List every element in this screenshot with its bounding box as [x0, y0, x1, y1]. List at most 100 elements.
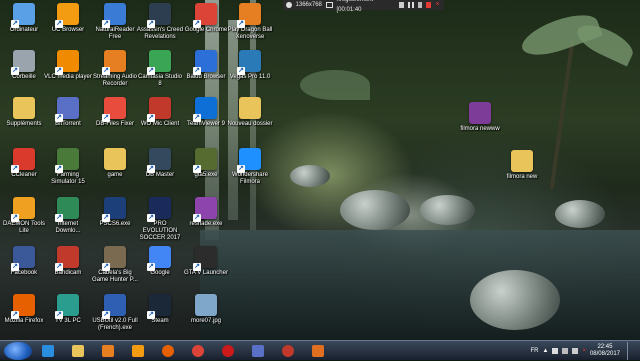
- desktop-icon[interactable]: Steam: [136, 294, 184, 325]
- desktop-icon[interactable]: NaturalReader Free: [91, 3, 139, 41]
- desktop-icon-label: BitTorrent: [44, 121, 92, 128]
- desktop-icon[interactable]: Nouveau dossier: [226, 97, 274, 128]
- chrome-icon: [195, 3, 217, 25]
- desktop-icon-label: Corbeille: [0, 74, 48, 81]
- taskbar: FR ▲ × 22:45 08/08/2017: [0, 340, 640, 360]
- desktop-icon[interactable]: Google Chrome: [182, 3, 230, 34]
- media-player-icon: [102, 345, 114, 357]
- close-tray-icon[interactable]: ×: [582, 348, 586, 354]
- desktop-icon[interactable]: Baidu Browser: [182, 50, 230, 81]
- taskbar-button[interactable]: [186, 343, 210, 358]
- desktop-icon[interactable]: Assassin's Creed Revelations: [136, 3, 184, 41]
- desktop-icon[interactable]: Internet Downlo...: [44, 197, 92, 235]
- desktop-icon-label: VLC media player: [44, 74, 92, 81]
- desktop-icon[interactable]: CCleaner: [0, 148, 48, 179]
- desktop-icon[interactable]: WO Mic Client: [136, 97, 184, 128]
- taskbar-button[interactable]: [126, 343, 150, 358]
- desktop-icon[interactable]: Camtasia Studio 8: [136, 50, 184, 88]
- baidu-icon: [195, 50, 217, 72]
- desktop-icon[interactable]: TeamViewer 9: [182, 97, 230, 128]
- bittorrent-icon: [57, 97, 79, 119]
- desktop-icon[interactable]: DAEMON Tools Lite: [0, 197, 48, 235]
- desktop-icon[interactable]: VLC media player: [44, 50, 92, 81]
- desktop-icon[interactable]: Play Dragon Ball Xenoverse: [226, 3, 274, 41]
- desktop-icon[interactable]: game: [91, 148, 139, 179]
- bandicam-icon: [57, 246, 79, 268]
- desktop-icon[interactable]: BitTorrent: [44, 97, 92, 128]
- desktop-icon-label: game: [91, 172, 139, 179]
- taskbar-button[interactable]: [246, 343, 270, 358]
- idm-icon: [57, 197, 79, 219]
- taskbar-button[interactable]: [66, 343, 90, 358]
- db-fixer-icon: [104, 97, 126, 119]
- language-indicator[interactable]: FR: [531, 348, 539, 354]
- daemon-tools-icon: [13, 197, 35, 219]
- desktop-icon-label: filmora newww: [456, 126, 504, 133]
- desktop-icon-label: Baidu Browser: [182, 74, 230, 81]
- desktop-icon[interactable]: PRO EVOLUTION SOCCER 2017: [136, 197, 184, 242]
- desktop-icon[interactable]: gta5.exe: [182, 148, 230, 179]
- network-icon[interactable]: [562, 348, 568, 354]
- desktop-icon-label: GTA V Launcher: [182, 270, 230, 277]
- desktop-icon-label: WO Mic Client: [136, 121, 184, 128]
- taskbar-button[interactable]: [36, 343, 60, 358]
- desktop-icon[interactable]: filmora new: [498, 150, 546, 181]
- desktop-icon[interactable]: USBUtil v2.0 Full (French).exe: [91, 294, 139, 332]
- pause-icon[interactable]: [408, 2, 414, 8]
- desktop-icon[interactable]: Bandicam: [44, 246, 92, 277]
- desktop-icon[interactable]: filmora newww: [456, 102, 504, 133]
- close-icon[interactable]: ×: [435, 2, 441, 8]
- start-button[interactable]: [4, 342, 32, 360]
- desktop-icon[interactable]: Suppléments: [0, 97, 48, 128]
- desktop-icon[interactable]: Facebook: [0, 246, 48, 277]
- pes-icon: [149, 197, 171, 219]
- desktop-icon[interactable]: Wondershare Filmora: [226, 148, 274, 186]
- volume-icon[interactable]: [572, 348, 578, 354]
- clock[interactable]: 22:45 08/08/2017: [590, 344, 620, 358]
- stop-icon[interactable]: [426, 2, 432, 8]
- microphone-icon: [312, 345, 324, 357]
- camera-icon[interactable]: [286, 2, 292, 8]
- bandicam-icon: [282, 345, 294, 357]
- tray-arrow-icon[interactable]: ▲: [543, 348, 549, 354]
- desktop-icon-label: filmora new: [498, 174, 546, 181]
- taskbar-button[interactable]: [96, 343, 120, 358]
- desktop-icon[interactable]: Google: [136, 246, 184, 277]
- desktop-icon-label: Google Chrome: [182, 27, 230, 34]
- monitor-icon: [326, 2, 333, 8]
- desktop-icon[interactable]: DB Master: [136, 148, 184, 179]
- desktop-icon[interactable]: Streaming Audio Recorder: [91, 50, 139, 88]
- desktop-icon[interactable]: GTA V Launcher: [182, 246, 230, 277]
- desktop-icon-label: Cabela's Big Game Hunter P...: [91, 270, 139, 284]
- opera-icon: [222, 345, 234, 357]
- desktop-icon[interactable]: Ordinateur: [0, 3, 48, 34]
- desktop-icon[interactable]: Vegas Pro 11.0: [226, 50, 274, 81]
- desktop-icon[interactable]: Mozilla Firefox: [0, 294, 48, 325]
- taskbar-button[interactable]: [156, 343, 180, 358]
- desktop-icon-label: Mozilla Firefox: [0, 318, 48, 325]
- desktop-icon[interactable]: DB-Files Fixer: [91, 97, 139, 128]
- taskbar-button[interactable]: [306, 343, 330, 358]
- desktop-icon[interactable]: Farming Simulator 15: [44, 148, 92, 186]
- pencil-icon[interactable]: [418, 2, 422, 8]
- audio-recorder-icon: [104, 50, 126, 72]
- desktop-icon[interactable]: PSCS6.exe: [91, 197, 139, 228]
- desktop-icon[interactable]: reshade.exe: [182, 197, 230, 228]
- desktop-icon[interactable]: Corbeille: [0, 50, 48, 81]
- flag-icon[interactable]: [552, 348, 558, 354]
- desktop-icon-label: PSCS6.exe: [91, 221, 139, 228]
- desktop-icon[interactable]: TV 3L PC: [44, 294, 92, 325]
- show-desktop-button[interactable]: [627, 342, 634, 360]
- ccleaner-icon: [13, 148, 35, 170]
- desktop-icon[interactable]: more07.jpg: [182, 294, 230, 325]
- bittorrent-icon: [252, 345, 264, 357]
- taskbar-button[interactable]: [216, 343, 240, 358]
- desktop-icon[interactable]: UC Browser: [44, 3, 92, 34]
- camera-small-icon[interactable]: [399, 2, 405, 8]
- gta-icon: [195, 148, 217, 170]
- desktop-icon[interactable]: Cabela's Big Game Hunter P...: [91, 246, 139, 284]
- recorder-resolution[interactable]: 1366x768: [296, 0, 322, 10]
- desktop-icon-label: reshade.exe: [182, 221, 230, 228]
- taskbar-button[interactable]: [276, 343, 300, 358]
- naturalreader-icon: [104, 3, 126, 25]
